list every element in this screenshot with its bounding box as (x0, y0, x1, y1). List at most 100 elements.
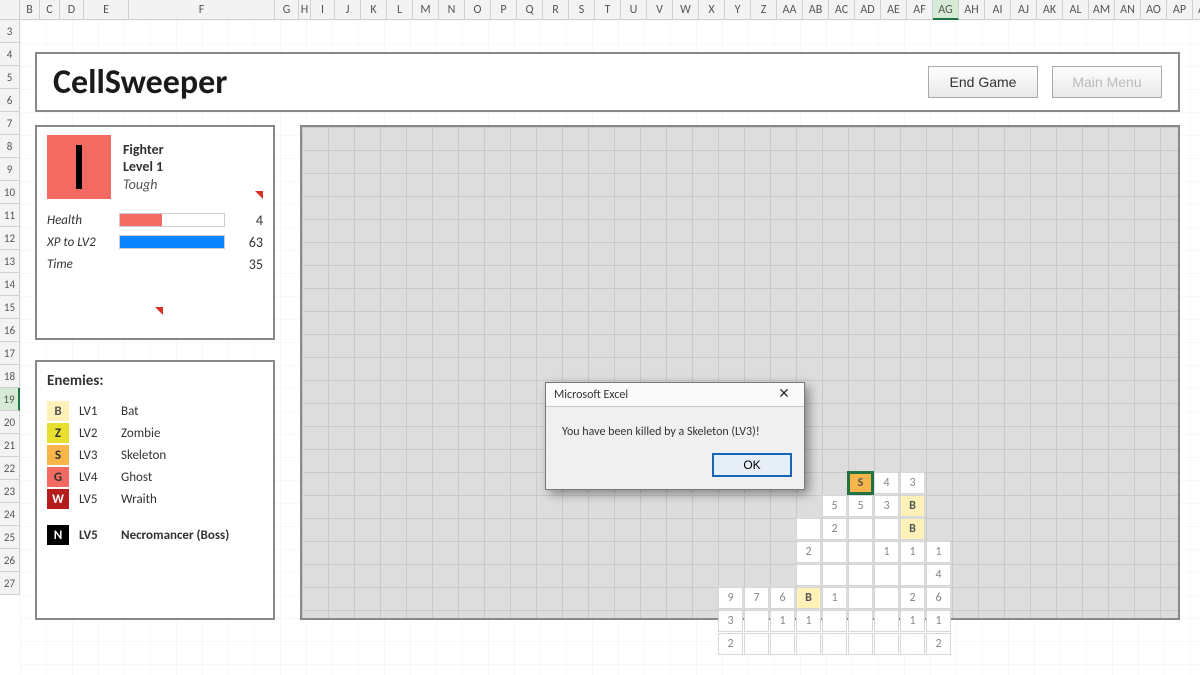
board-cell[interactable] (770, 633, 795, 655)
board-cell[interactable] (796, 564, 821, 586)
col-header-E[interactable]: E (84, 0, 129, 20)
col-header-Q[interactable]: Q (517, 0, 543, 20)
row-header-15[interactable]: 15 (0, 296, 20, 319)
col-header-AG[interactable]: AG (933, 0, 959, 20)
board-cell[interactable] (796, 518, 821, 540)
row-header-25[interactable]: 25 (0, 526, 20, 549)
board-cell[interactable]: 5 (848, 495, 873, 517)
col-header-AN[interactable]: AN (1115, 0, 1141, 20)
col-header-AM[interactable]: AM (1089, 0, 1115, 20)
col-header-M[interactable]: M (413, 0, 439, 20)
row-header-11[interactable]: 11 (0, 204, 20, 227)
board-cell[interactable]: 2 (718, 633, 743, 655)
col-header-F[interactable]: F (129, 0, 275, 20)
col-header-AL[interactable]: AL (1063, 0, 1089, 20)
board-enemy-B[interactable]: B (900, 495, 925, 517)
row-header-19[interactable]: 19 (0, 388, 20, 411)
board-cell[interactable] (848, 518, 873, 540)
game-board[interactable]: S43553B2B21114976B1263111122 (300, 125, 1180, 620)
row-header-10[interactable]: 10 (0, 181, 20, 204)
board-cell[interactable] (822, 610, 847, 632)
col-header-AK[interactable]: AK (1037, 0, 1063, 20)
col-header-T[interactable]: T (595, 0, 621, 20)
board-cell[interactable] (900, 633, 925, 655)
col-header-AD[interactable]: AD (855, 0, 881, 20)
board-cell[interactable]: 9 (718, 587, 743, 609)
col-header-AE[interactable]: AE (881, 0, 907, 20)
board-cell[interactable] (874, 633, 899, 655)
board-cell[interactable] (848, 610, 873, 632)
board-cell[interactable]: 1 (796, 610, 821, 632)
col-header-AH[interactable]: AH (959, 0, 985, 20)
board-enemy-B[interactable]: B (900, 518, 925, 540)
col-header-O[interactable]: O (465, 0, 491, 20)
col-header-AJ[interactable]: AJ (1011, 0, 1037, 20)
col-header-D[interactable]: D (60, 0, 84, 20)
row-header-5[interactable]: 5 (0, 66, 20, 89)
row-header-26[interactable]: 26 (0, 549, 20, 572)
row-header-22[interactable]: 22 (0, 457, 20, 480)
board-enemy-B[interactable]: B (796, 587, 821, 609)
col-header-Y[interactable]: Y (725, 0, 751, 20)
row-header-3[interactable]: 3 (0, 20, 20, 43)
board-cell[interactable]: 7 (744, 587, 769, 609)
col-header-AI[interactable]: AI (985, 0, 1011, 20)
close-icon[interactable]: ✕ (770, 385, 798, 405)
row-header-12[interactable]: 12 (0, 227, 20, 250)
row-header-18[interactable]: 18 (0, 365, 20, 388)
board-cell[interactable]: 4 (926, 564, 951, 586)
col-header-R[interactable]: R (543, 0, 569, 20)
row-header-20[interactable]: 20 (0, 411, 20, 434)
board-cell[interactable] (900, 564, 925, 586)
board-cell[interactable]: 3 (718, 610, 743, 632)
row-header-13[interactable]: 13 (0, 250, 20, 273)
col-header-U[interactable]: U (621, 0, 647, 20)
board-cell[interactable] (744, 610, 769, 632)
board-cell[interactable] (822, 564, 847, 586)
board-cell[interactable]: 2 (900, 587, 925, 609)
board-cell[interactable]: 1 (874, 541, 899, 563)
row-header-7[interactable]: 7 (0, 112, 20, 135)
row-header-16[interactable]: 16 (0, 319, 20, 342)
board-cell[interactable] (848, 633, 873, 655)
board-cell[interactable]: 6 (926, 587, 951, 609)
board-cell[interactable]: 1 (900, 610, 925, 632)
board-cell[interactable]: 1 (822, 587, 847, 609)
col-header-K[interactable]: K (361, 0, 387, 20)
col-header-AF[interactable]: AF (907, 0, 933, 20)
board-cell[interactable] (744, 633, 769, 655)
row-header-4[interactable]: 4 (0, 43, 20, 66)
col-header-L[interactable]: L (387, 0, 413, 20)
board-cell[interactable] (796, 633, 821, 655)
col-header-N[interactable]: N (439, 0, 465, 20)
board-cell[interactable] (822, 633, 847, 655)
board-cell[interactable]: 1 (926, 610, 951, 632)
board-cell[interactable] (874, 610, 899, 632)
col-header-P[interactable]: P (491, 0, 517, 20)
board-cell[interactable] (874, 564, 899, 586)
board-cell[interactable]: 1 (926, 541, 951, 563)
col-header-S[interactable]: S (569, 0, 595, 20)
end-game-button[interactable]: End Game (928, 66, 1038, 98)
col-header-W[interactable]: W (673, 0, 699, 20)
board-cell[interactable] (874, 587, 899, 609)
col-header-AB[interactable]: AB (803, 0, 829, 20)
col-header-AQ[interactable]: AQ (1193, 0, 1200, 20)
board-cell[interactable]: 1 (900, 541, 925, 563)
col-header-Z[interactable]: Z (751, 0, 777, 20)
board-cell[interactable] (848, 541, 873, 563)
board-cell[interactable]: 5 (822, 495, 847, 517)
col-header-J[interactable]: J (335, 0, 361, 20)
row-header-9[interactable]: 9 (0, 158, 20, 181)
board-cell[interactable]: 2 (926, 633, 951, 655)
board-cell[interactable]: 6 (770, 587, 795, 609)
board-cell[interactable]: 4 (874, 472, 899, 494)
board-cell[interactable]: 2 (822, 518, 847, 540)
row-header-17[interactable]: 17 (0, 342, 20, 365)
row-header-21[interactable]: 21 (0, 434, 20, 457)
row-header-27[interactable]: 27 (0, 572, 20, 595)
col-header-AP[interactable]: AP (1167, 0, 1193, 20)
board-cell[interactable]: 3 (900, 472, 925, 494)
board-cell[interactable] (822, 541, 847, 563)
main-menu-button[interactable]: Main Menu (1052, 66, 1162, 98)
